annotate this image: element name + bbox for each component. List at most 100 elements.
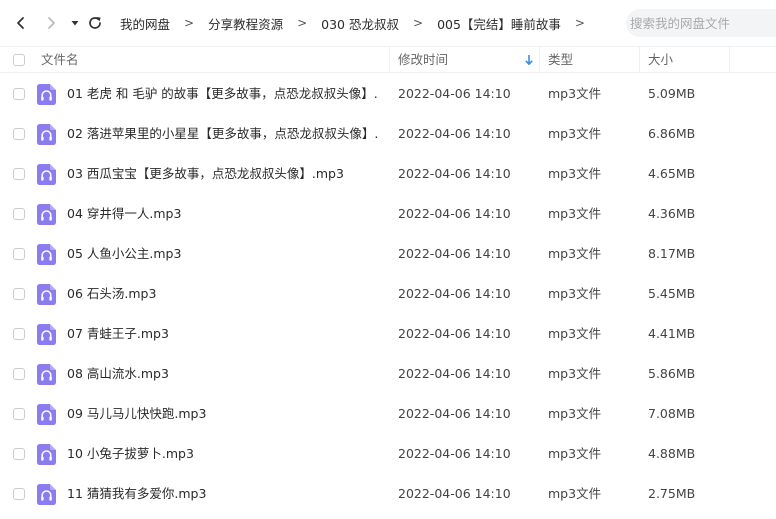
file-modified: 2022-04-06 14:10 — [398, 366, 511, 381]
file-size: 8.17MB — [648, 246, 696, 261]
breadcrumb-item[interactable]: 030 恐龙叔叔 — [321, 14, 399, 33]
file-modified: 2022-04-06 14:10 — [398, 286, 511, 301]
file-name[interactable]: 04 穿井得一人.mp3 — [67, 194, 379, 234]
file-name[interactable]: 11 猜猜我有多爱你.mp3 — [67, 474, 379, 514]
row-checkbox[interactable] — [13, 408, 25, 420]
file-size: 5.86MB — [648, 366, 696, 381]
file-type: mp3文件 — [548, 366, 602, 381]
file-type: mp3文件 — [548, 206, 602, 221]
file-type: mp3文件 — [548, 326, 602, 341]
row-checkbox[interactable] — [13, 448, 25, 460]
file-size: 4.41MB — [648, 326, 696, 341]
file-type: mp3文件 — [548, 246, 602, 261]
column-header-type[interactable]: 类型 — [548, 47, 573, 73]
file-type: mp3文件 — [548, 86, 602, 101]
top-nav-bar: 我的网盘 > 分享教程资源 > 030 恐龙叔叔 > 005【完结】睡前故事 > — [0, 0, 776, 46]
table-row[interactable]: 02 落进苹果里的小星星【更多故事，点恐龙叔叔头像】.... 2022-04-0… — [0, 114, 776, 154]
file-modified: 2022-04-06 14:10 — [398, 246, 511, 261]
sort-desc-icon[interactable] — [524, 54, 534, 66]
row-checkbox[interactable] — [13, 288, 25, 300]
table-row[interactable]: 10 小兔子拔萝卜.mp3 2022-04-06 14:10 mp3文件 4.8… — [0, 434, 776, 474]
file-modified: 2022-04-06 14:10 — [398, 86, 511, 101]
file-name[interactable]: 05 人鱼小公主.mp3 — [67, 234, 379, 274]
table-row[interactable]: 06 石头汤.mp3 2022-04-06 14:10 mp3文件 5.45MB — [0, 274, 776, 314]
select-all-checkbox[interactable] — [13, 54, 25, 66]
file-size: 7.08MB — [648, 406, 696, 421]
column-divider[interactable] — [539, 47, 540, 73]
forward-button[interactable] — [40, 9, 62, 37]
audio-file-icon — [37, 164, 56, 185]
row-checkbox[interactable] — [13, 208, 25, 220]
table-row[interactable]: 01 老虎 和 毛驴 的故事【更多故事，点恐龙叔叔头像】.... 2022-04… — [0, 74, 776, 114]
table-row[interactable]: 05 人鱼小公主.mp3 2022-04-06 14:10 mp3文件 8.17… — [0, 234, 776, 274]
file-size: 4.65MB — [648, 166, 696, 181]
search-box — [626, 9, 776, 37]
table-row[interactable]: 09 马儿马儿快快跑.mp3 2022-04-06 14:10 mp3文件 7.… — [0, 394, 776, 434]
breadcrumb-separator: > — [413, 16, 424, 30]
column-header-modified[interactable]: 修改时间 — [398, 47, 448, 73]
back-arrow-icon — [17, 17, 24, 29]
breadcrumb: 我的网盘 > 分享教程资源 > 030 恐龙叔叔 > 005【完结】睡前故事 > — [120, 0, 599, 46]
table-row[interactable]: 07 青蛙王子.mp3 2022-04-06 14:10 mp3文件 4.41M… — [0, 314, 776, 354]
breadcrumb-item[interactable]: 我的网盘 — [120, 14, 170, 33]
column-divider[interactable] — [389, 47, 390, 73]
breadcrumb-separator: > — [184, 16, 195, 30]
file-name[interactable]: 02 落进苹果里的小星星【更多故事，点恐龙叔叔头像】.... — [67, 114, 379, 154]
file-modified: 2022-04-06 14:10 — [398, 166, 511, 181]
forward-arrow-icon — [48, 17, 55, 29]
audio-file-icon — [37, 404, 56, 425]
audio-file-icon — [37, 364, 56, 385]
file-modified: 2022-04-06 14:10 — [398, 486, 511, 501]
file-size: 4.88MB — [648, 446, 696, 461]
history-dropdown-icon — [71, 21, 79, 26]
search-input[interactable] — [626, 9, 770, 37]
row-checkbox[interactable] — [13, 328, 25, 340]
file-type: mp3文件 — [548, 406, 602, 421]
table-row[interactable]: 03 西瓜宝宝【更多故事，点恐龙叔叔头像】.mp3 2022-04-06 14:… — [0, 154, 776, 194]
audio-file-icon — [37, 324, 56, 345]
table-row[interactable]: 11 猜猜我有多爱你.mp3 2022-04-06 14:10 mp3文件 2.… — [0, 474, 776, 514]
back-button[interactable] — [10, 9, 32, 37]
audio-file-icon — [37, 484, 56, 505]
column-header-name[interactable]: 文件名 — [41, 47, 79, 73]
row-checkbox[interactable] — [13, 168, 25, 180]
row-checkbox[interactable] — [13, 488, 25, 500]
file-type: mp3文件 — [548, 166, 602, 181]
table-row[interactable]: 04 穿井得一人.mp3 2022-04-06 14:10 mp3文件 4.36… — [0, 194, 776, 234]
file-size: 5.45MB — [648, 286, 696, 301]
audio-file-icon — [37, 204, 56, 225]
file-size: 6.86MB — [648, 126, 696, 141]
table-header: 文件名 修改时间 类型 大小 — [0, 46, 776, 73]
file-modified: 2022-04-06 14:10 — [398, 326, 511, 341]
file-type: mp3文件 — [548, 486, 602, 501]
file-modified: 2022-04-06 14:10 — [398, 446, 511, 461]
breadcrumb-item-current[interactable]: 005【完结】睡前故事 — [437, 14, 561, 33]
audio-file-icon — [37, 284, 56, 305]
file-modified: 2022-04-06 14:10 — [398, 126, 511, 141]
file-name[interactable]: 06 石头汤.mp3 — [67, 274, 379, 314]
column-divider[interactable] — [639, 47, 640, 73]
row-checkbox[interactable] — [13, 88, 25, 100]
column-header-size[interactable]: 大小 — [648, 47, 673, 73]
table-row[interactable]: 08 高山流水.mp3 2022-04-06 14:10 mp3文件 5.86M… — [0, 354, 776, 394]
column-divider[interactable] — [729, 47, 730, 73]
file-name[interactable]: 03 西瓜宝宝【更多故事，点恐龙叔叔头像】.mp3 — [67, 154, 379, 194]
file-type: mp3文件 — [548, 126, 602, 141]
history-dropdown-button[interactable] — [64, 9, 86, 37]
file-modified: 2022-04-06 14:10 — [398, 206, 511, 221]
audio-file-icon — [37, 244, 56, 265]
file-name[interactable]: 07 青蛙王子.mp3 — [67, 314, 379, 354]
row-checkbox[interactable] — [13, 248, 25, 260]
refresh-button[interactable] — [84, 9, 106, 37]
file-name[interactable]: 01 老虎 和 毛驴 的故事【更多故事，点恐龙叔叔头像】.... — [67, 74, 379, 114]
file-name[interactable]: 08 高山流水.mp3 — [67, 354, 379, 394]
file-type: mp3文件 — [548, 446, 602, 461]
file-name[interactable]: 10 小兔子拔萝卜.mp3 — [67, 434, 379, 474]
row-checkbox[interactable] — [13, 368, 25, 380]
breadcrumb-item[interactable]: 分享教程资源 — [208, 14, 283, 33]
file-size: 4.36MB — [648, 206, 696, 221]
file-name[interactable]: 09 马儿马儿快快跑.mp3 — [67, 394, 379, 434]
row-checkbox[interactable] — [13, 128, 25, 140]
file-modified: 2022-04-06 14:10 — [398, 406, 511, 421]
file-type: mp3文件 — [548, 286, 602, 301]
